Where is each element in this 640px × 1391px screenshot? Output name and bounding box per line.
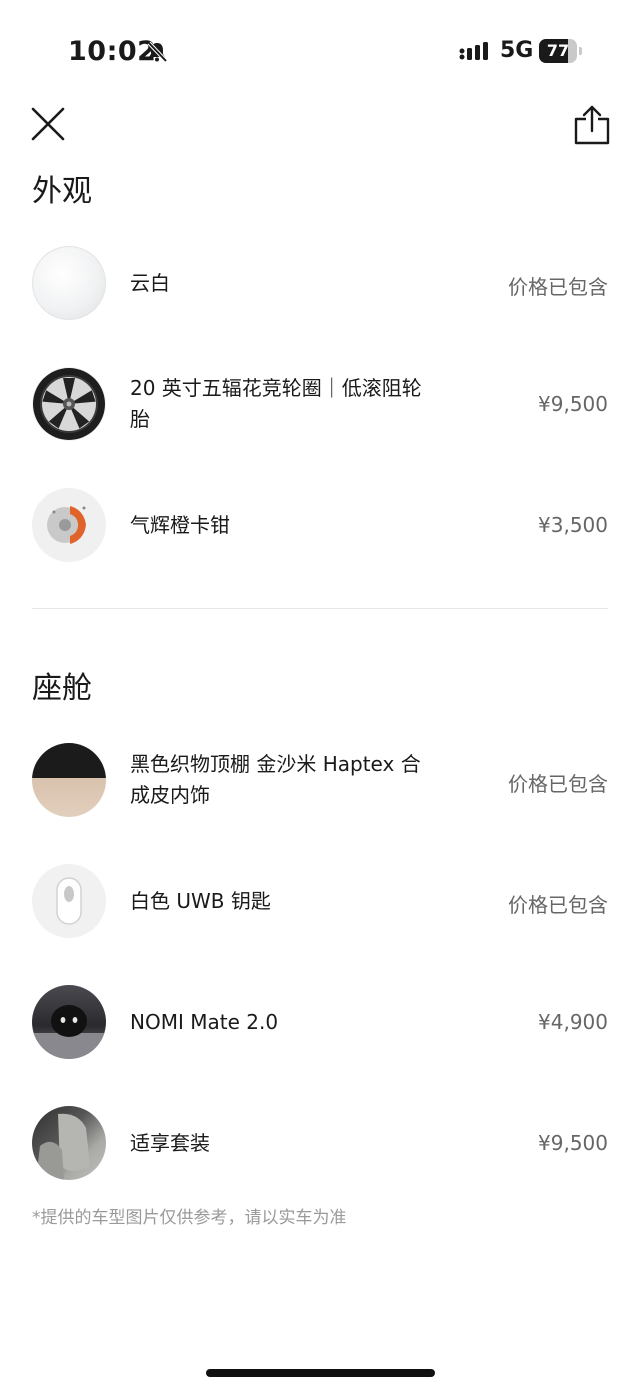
list-item-calipers[interactable]: 气辉橙卡钳 ¥3,500 [32, 488, 608, 562]
list-item-comfort-package[interactable]: 适享套装 ¥9,500 [32, 1106, 608, 1180]
item-price: 价格已包含 [508, 893, 608, 917]
share-button[interactable] [573, 104, 611, 146]
item-name: NOMI Mate 2.0 [130, 1010, 279, 1034]
item-price: ¥9,500 [538, 392, 608, 416]
network-type: 5G [500, 38, 534, 63]
comfort-package-image [32, 1106, 106, 1180]
interior-swatch [32, 743, 106, 817]
bell-muted-icon [147, 41, 168, 63]
item-price: ¥3,500 [538, 513, 608, 537]
home-indicator[interactable] [206, 1369, 435, 1377]
status-time: 10:02 [68, 36, 157, 67]
nomi-image [32, 985, 106, 1059]
list-item-uwb-key[interactable]: 白色 UWB 钥匙 价格已包含 [32, 864, 608, 938]
item-name: 云白 [130, 271, 170, 295]
list-item-interior[interactable]: 黑色织物顶棚 金沙米 Haptex 合成皮内饰 价格已包含 [32, 743, 608, 817]
item-name: 适享套装 [130, 1131, 210, 1155]
list-item-nomi[interactable]: NOMI Mate 2.0 ¥4,900 [32, 985, 608, 1059]
section-title-cabin: 座舱 [32, 671, 92, 706]
cellular-signal-icon [459, 42, 488, 60]
item-price: ¥9,500 [538, 1131, 608, 1155]
item-name: 黑色织物顶棚 金沙米 Haptex 合成皮内饰 [130, 752, 421, 807]
item-name: 白色 UWB 钥匙 [130, 889, 271, 913]
status-bar: 10:02 5G 77 [0, 0, 640, 100]
item-price: 价格已包含 [508, 772, 608, 796]
section-title-exterior: 外观 [32, 174, 92, 209]
cloud-white-swatch [32, 246, 106, 320]
battery-percentage: 77 [546, 41, 570, 60]
close-button[interactable] [30, 106, 66, 142]
section-divider [32, 608, 608, 609]
item-name: 气辉橙卡钳 [130, 513, 230, 537]
item-price: 价格已包含 [508, 275, 608, 299]
item-price: ¥4,900 [538, 1010, 608, 1034]
brake-caliper-image [32, 488, 106, 562]
battery-icon: 77 [539, 39, 583, 63]
item-name: 20 英寸五辐花竞轮圈｜低滚阻轮胎 [130, 376, 422, 431]
disclaimer-text: *提供的车型图片仅供参考，请以实车为准 [32, 1208, 347, 1228]
list-item-color[interactable]: 云白 价格已包含 [32, 246, 608, 320]
wheel-image [32, 367, 106, 441]
list-item-wheels[interactable]: 20 英寸五辐花竞轮圈｜低滚阻轮胎 ¥9,500 [32, 367, 608, 441]
uwb-key-image [32, 864, 106, 938]
